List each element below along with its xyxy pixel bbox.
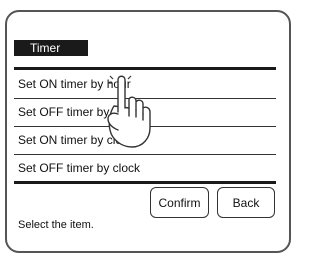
bottom-divider <box>14 181 276 184</box>
page-title: Timer <box>14 40 88 56</box>
title-divider <box>14 67 276 70</box>
menu-item-off-timer-by-clock[interactable]: Set OFF timer by clock <box>14 155 276 181</box>
confirm-button[interactable]: Confirm <box>150 187 209 218</box>
back-button[interactable]: Back <box>217 187 275 218</box>
status-message: Select the item. <box>18 219 94 231</box>
pointing-hand-icon <box>107 75 151 148</box>
